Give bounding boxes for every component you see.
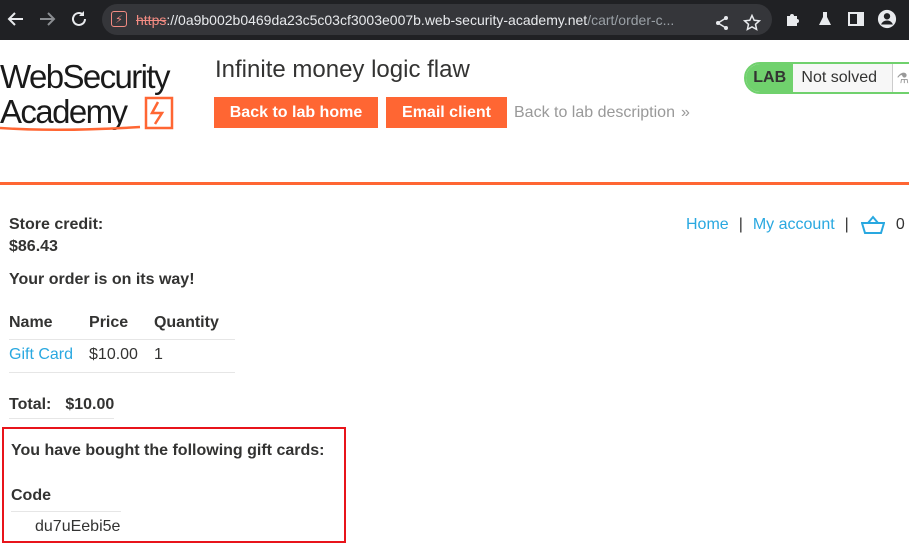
lab-title: Infinite money logic flaw	[215, 56, 470, 83]
column-header-name: Name	[9, 308, 90, 340]
lab-status-state: Not solved	[793, 64, 893, 92]
lab-status-label: LAB	[746, 64, 794, 92]
column-header-quantity: Quantity	[153, 308, 235, 340]
header-divider	[0, 182, 909, 185]
store-credit-label: Store credit:	[9, 216, 104, 233]
back-to-lab-home-button[interactable]: Back to lab home	[214, 97, 378, 128]
nav-separator: |	[844, 216, 849, 233]
order-confirmation-message: Your order is on its way!	[9, 271, 195, 288]
email-client-button[interactable]: Email client	[386, 97, 507, 128]
bookmark-star-icon[interactable]	[742, 13, 762, 33]
gift-cards-highlight-box: You have bought the following gift cards…	[2, 427, 346, 543]
logo-text-line2: Academy	[0, 93, 128, 130]
url-text: https://0a9b002b0469da23c5c03cf3003e007b…	[136, 12, 675, 28]
table-header-row: Name Price Quantity	[9, 308, 235, 340]
column-header-code: Code	[11, 485, 121, 512]
browser-toolbar: ⚡ https://0a9b002b0469da23c5c03cf3003e00…	[0, 0, 909, 40]
table-header-row: Code	[11, 485, 121, 512]
lab-status-widget: LAB Not solved ⚗	[744, 62, 909, 94]
column-header-price: Price	[89, 308, 154, 340]
table-row: du7uEebi5e	[11, 512, 121, 537]
nav-separator: |	[738, 216, 743, 233]
back-arrow-icon[interactable]	[5, 8, 27, 30]
forward-arrow-icon[interactable]	[36, 8, 58, 30]
product-quantity: 1	[153, 339, 235, 373]
order-total: Total: $10.00	[9, 396, 115, 419]
product-price: $10.00	[89, 339, 154, 373]
gift-card-code: du7uEebi5e	[35, 518, 121, 535]
profile-avatar-icon[interactable]	[877, 9, 897, 29]
logo-text-line1: WebSecurity	[0, 60, 171, 95]
status-flask-icon: ⚗	[892, 64, 909, 92]
total-value: $10.00	[65, 396, 115, 413]
reload-icon[interactable]	[68, 8, 90, 30]
table-row: Gift Card $10.00 1	[9, 339, 235, 373]
double-chevron-right-icon: »	[680, 104, 690, 121]
address-bar[interactable]: ⚡ https://0a9b002b0469da23c5c03cf3003e00…	[102, 4, 772, 35]
gift-cards-heading: You have bought the following gift cards…	[11, 442, 325, 459]
product-link-gift-card[interactable]: Gift Card	[9, 346, 73, 363]
lab-flask-icon[interactable]	[815, 9, 835, 29]
home-link[interactable]: Home	[686, 216, 729, 234]
share-icon[interactable]	[712, 13, 732, 33]
back-to-lab-description-link[interactable]: Back to lab description»	[514, 104, 690, 122]
cart-count: 0	[895, 216, 905, 233]
cart-basket-icon[interactable]	[860, 215, 885, 235]
extensions-puzzle-icon[interactable]	[783, 9, 803, 29]
gift-card-codes-table: Code du7uEebi5e	[11, 485, 121, 536]
total-label: Total:	[9, 396, 52, 413]
my-account-link[interactable]: My account	[753, 216, 835, 234]
sidebar-panel-icon[interactable]	[846, 9, 866, 29]
not-secure-icon[interactable]: ⚡	[111, 11, 127, 27]
web-security-academy-logo[interactable]: WebSecurity Academy	[0, 58, 200, 135]
store-credit-value: $86.43	[9, 238, 58, 255]
order-items-table: Name Price Quantity Gift Card $10.00 1	[9, 308, 235, 373]
account-nav: Home | My account | 0	[686, 215, 905, 235]
